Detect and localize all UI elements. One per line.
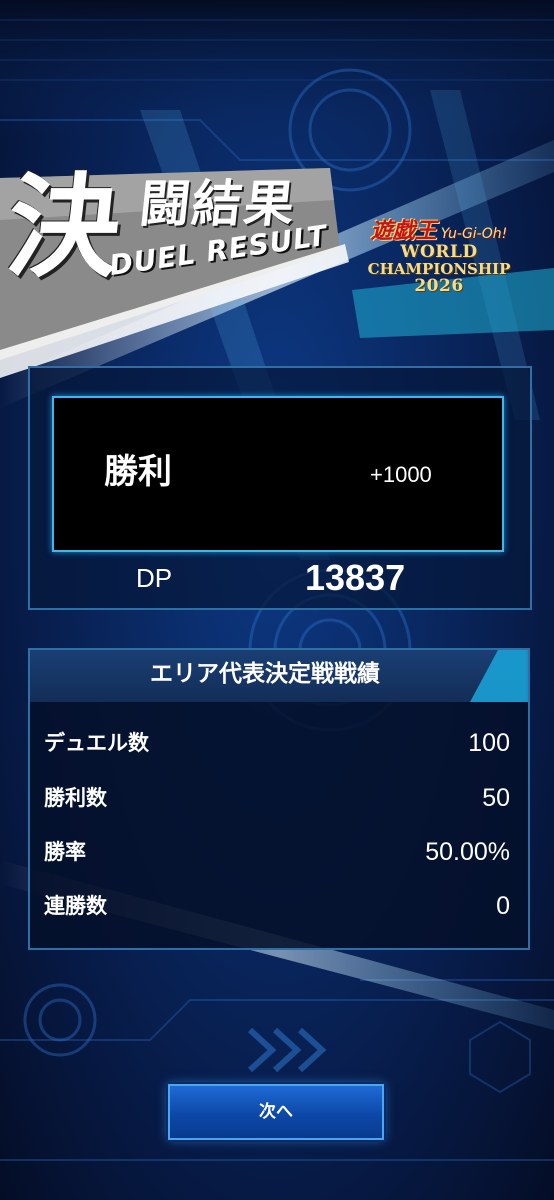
dp-value: 13837 <box>305 557 406 598</box>
title-kanji-rest: 闘結果 <box>136 174 300 233</box>
logo-ygo-en: Yu-Gi-Oh! <box>440 226 508 242</box>
title-kanji-large: 決 <box>1 162 123 293</box>
logo-year: 2026 <box>414 276 464 296</box>
stat-label: 連勝数 <box>44 894 107 918</box>
stat-label: デュエル数 <box>44 731 149 755</box>
stats-title: エリア代表決定戦戦績 <box>150 661 380 687</box>
dp-label: DP <box>136 563 173 593</box>
stat-value: 50 <box>482 784 510 812</box>
stat-label: 勝利数 <box>44 786 107 810</box>
stat-label: 勝率 <box>44 840 86 864</box>
stat-value: 50.00% <box>425 838 510 866</box>
stat-row-duels: デュエル数 100 <box>44 723 512 763</box>
next-button[interactable]: 次へ <box>168 1084 384 1140</box>
stat-row-wins: 勝利数 50 <box>44 778 512 818</box>
wcs-logo: 遊戯王 Yu-Gi-Oh! WORLD CHAMPIONSHIP 2026 <box>364 218 514 318</box>
next-button-label: 次へ <box>259 1102 293 1122</box>
stat-value: 100 <box>468 729 510 757</box>
stat-row-win-streak: 連勝数 0 <box>44 886 512 926</box>
result-outcome: 勝利 <box>104 452 172 492</box>
logo-ygo: 遊戯王 Yu-Gi-Oh! <box>364 218 514 244</box>
stat-value: 0 <box>496 892 510 920</box>
dp-change: +1000 <box>370 462 432 487</box>
duel-result-screen: 決 闘結果 DUEL RESULT 遊戯王 Yu-Gi-Oh! WORLD CHA… <box>0 0 554 1200</box>
logo-ygo-jp: 遊戯王 <box>370 218 437 244</box>
logo-world: WORLD <box>400 242 478 262</box>
stat-row-win-rate: 勝率 50.00% <box>44 832 512 872</box>
